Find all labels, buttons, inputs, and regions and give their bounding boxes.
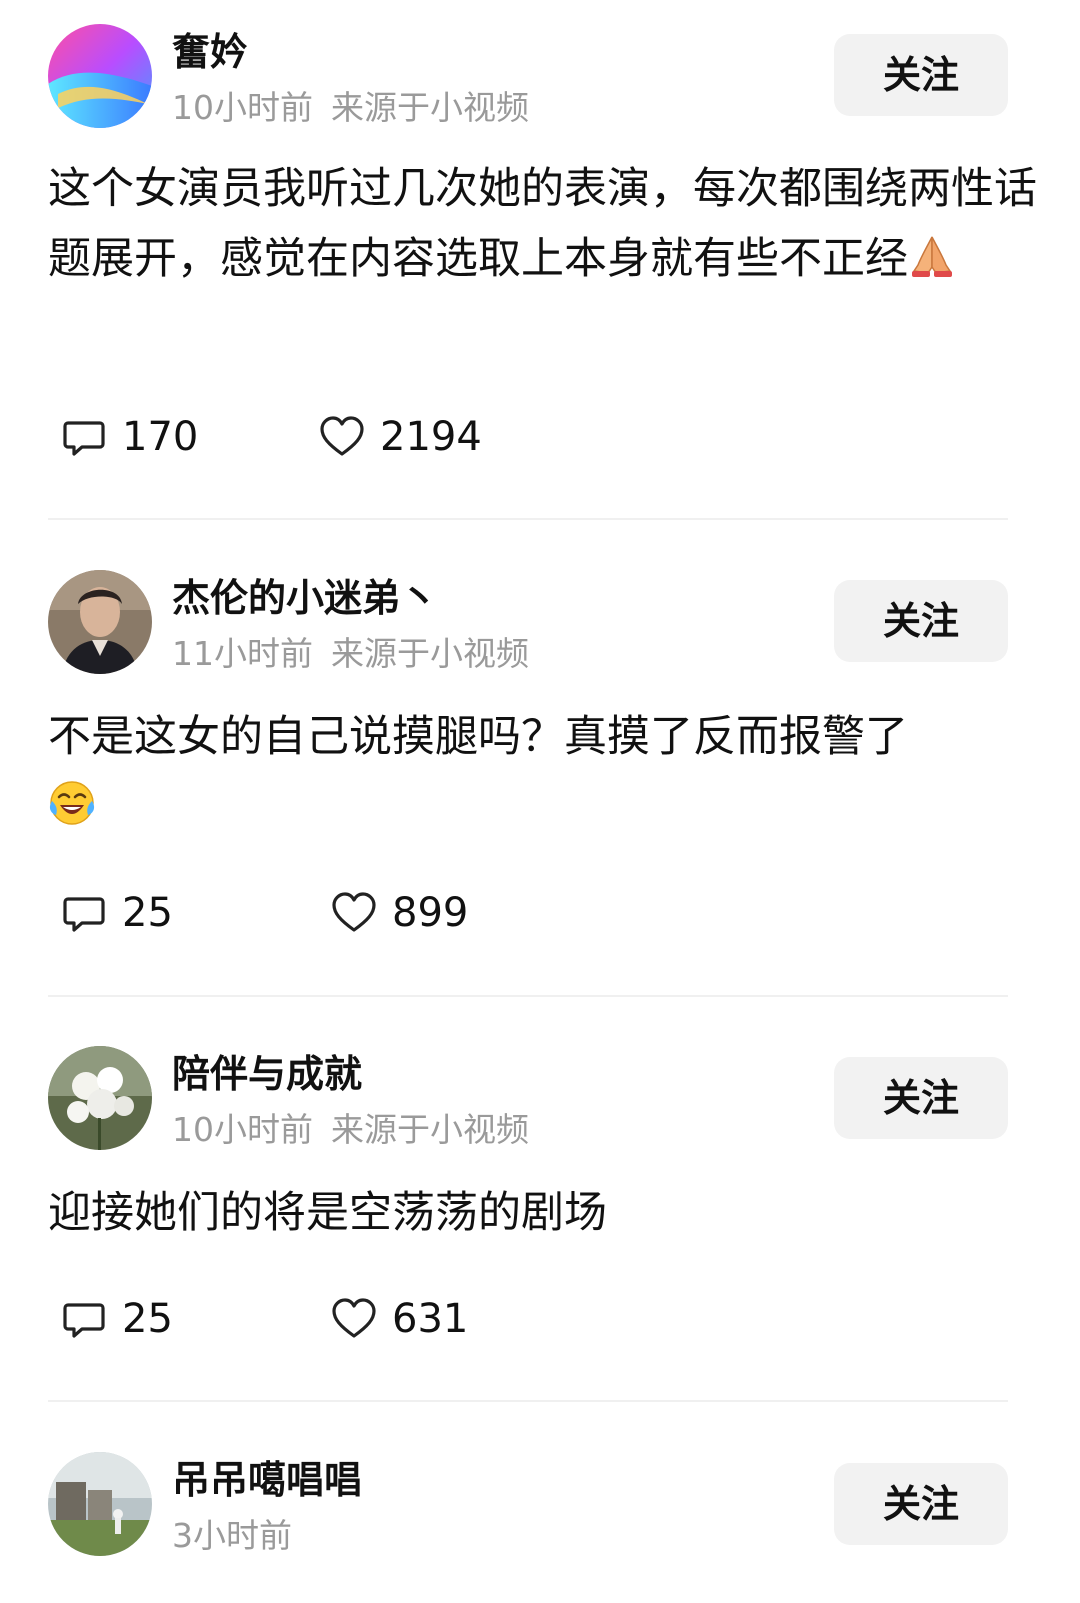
divider bbox=[48, 518, 1008, 520]
user-avatar[interactable] bbox=[48, 24, 152, 128]
post-time: 10小时前 bbox=[172, 88, 313, 127]
username[interactable]: 奮妗 bbox=[172, 28, 248, 76]
praying-hands-icon bbox=[912, 236, 952, 277]
heart-icon bbox=[332, 892, 376, 932]
divider bbox=[48, 995, 1008, 997]
comment-text: 不是这女的自己说摸腿吗？真摸了反而报警了 bbox=[48, 702, 1038, 842]
avatar-image bbox=[48, 1452, 152, 1556]
post-time: 11小时前 bbox=[172, 634, 313, 673]
comment-text: 迎接她们的将是空荡荡的剧场 bbox=[48, 1178, 1038, 1248]
comment-count-button[interactable]: 25 bbox=[60, 1294, 173, 1344]
post-stats: 170 2194 bbox=[60, 412, 660, 462]
comment-count: 170 bbox=[122, 414, 199, 460]
user-avatar[interactable] bbox=[48, 1452, 152, 1556]
post-source: 来源于小视频 bbox=[331, 634, 529, 673]
user-avatar[interactable] bbox=[48, 570, 152, 674]
comment-icon bbox=[63, 897, 105, 932]
username[interactable]: 吊吊噶唱唱 bbox=[172, 1456, 362, 1504]
comment-count-button[interactable]: 25 bbox=[60, 888, 173, 938]
comment-count-button[interactable]: 170 bbox=[60, 412, 198, 462]
follow-button[interactable]: 关注 bbox=[834, 34, 1008, 116]
like-count: 631 bbox=[392, 1296, 469, 1342]
heart-icon bbox=[332, 1298, 376, 1338]
comment-body: 这个女演员我听过几次她的表演，每次都围绕两性话题展开，感觉在内容选取上本身就有些… bbox=[48, 164, 1037, 284]
post-meta: 11小时前 来源于小视频 bbox=[172, 632, 529, 676]
avatar-image bbox=[48, 1046, 152, 1150]
follow-button[interactable]: 关注 bbox=[834, 580, 1008, 662]
follow-button[interactable]: 关注 bbox=[834, 1463, 1008, 1545]
avatar-image bbox=[48, 570, 152, 674]
post-source: 来源于小视频 bbox=[331, 1110, 529, 1149]
post-meta: 10小时前 来源于小视频 bbox=[172, 86, 529, 130]
post-source: 来源于小视频 bbox=[331, 88, 529, 127]
like-count: 899 bbox=[392, 890, 469, 936]
like-count-button[interactable]: 899 bbox=[330, 888, 468, 938]
avatar-image bbox=[48, 24, 152, 128]
post-time: 10小时前 bbox=[172, 1110, 313, 1149]
like-count: 2194 bbox=[380, 414, 482, 460]
post-stats: 25 631 bbox=[60, 1294, 660, 1344]
user-avatar[interactable] bbox=[48, 1046, 152, 1150]
comment-count: 25 bbox=[122, 890, 173, 936]
comment-count: 25 bbox=[122, 1296, 173, 1342]
comment-text: 这个女演员我听过几次她的表演，每次都围绕两性话题展开，感觉在内容选取上本身就有些… bbox=[48, 154, 1038, 294]
heart-icon bbox=[320, 416, 364, 456]
like-count-button[interactable]: 631 bbox=[330, 1294, 468, 1344]
post-meta: 3小时前 bbox=[172, 1514, 292, 1558]
follow-button[interactable]: 关注 bbox=[834, 1057, 1008, 1139]
username[interactable]: 杰伦的小迷弟丶 bbox=[172, 574, 438, 622]
divider bbox=[48, 1400, 1008, 1402]
crying-laughing-face-icon bbox=[49, 781, 95, 825]
post-meta: 10小时前 来源于小视频 bbox=[172, 1108, 529, 1152]
post-stats: 25 899 bbox=[60, 888, 660, 938]
username[interactable]: 陪伴与成就 bbox=[172, 1050, 362, 1098]
comment-body: 不是这女的自己说摸腿吗？真摸了反而报警了 bbox=[48, 712, 908, 762]
comment-icon bbox=[63, 421, 105, 456]
like-count-button[interactable]: 2194 bbox=[318, 412, 482, 462]
post-time: 3小时前 bbox=[172, 1516, 292, 1555]
comment-body: 迎接她们的将是空荡荡的剧场 bbox=[48, 1188, 607, 1238]
comment-icon bbox=[63, 1303, 105, 1338]
